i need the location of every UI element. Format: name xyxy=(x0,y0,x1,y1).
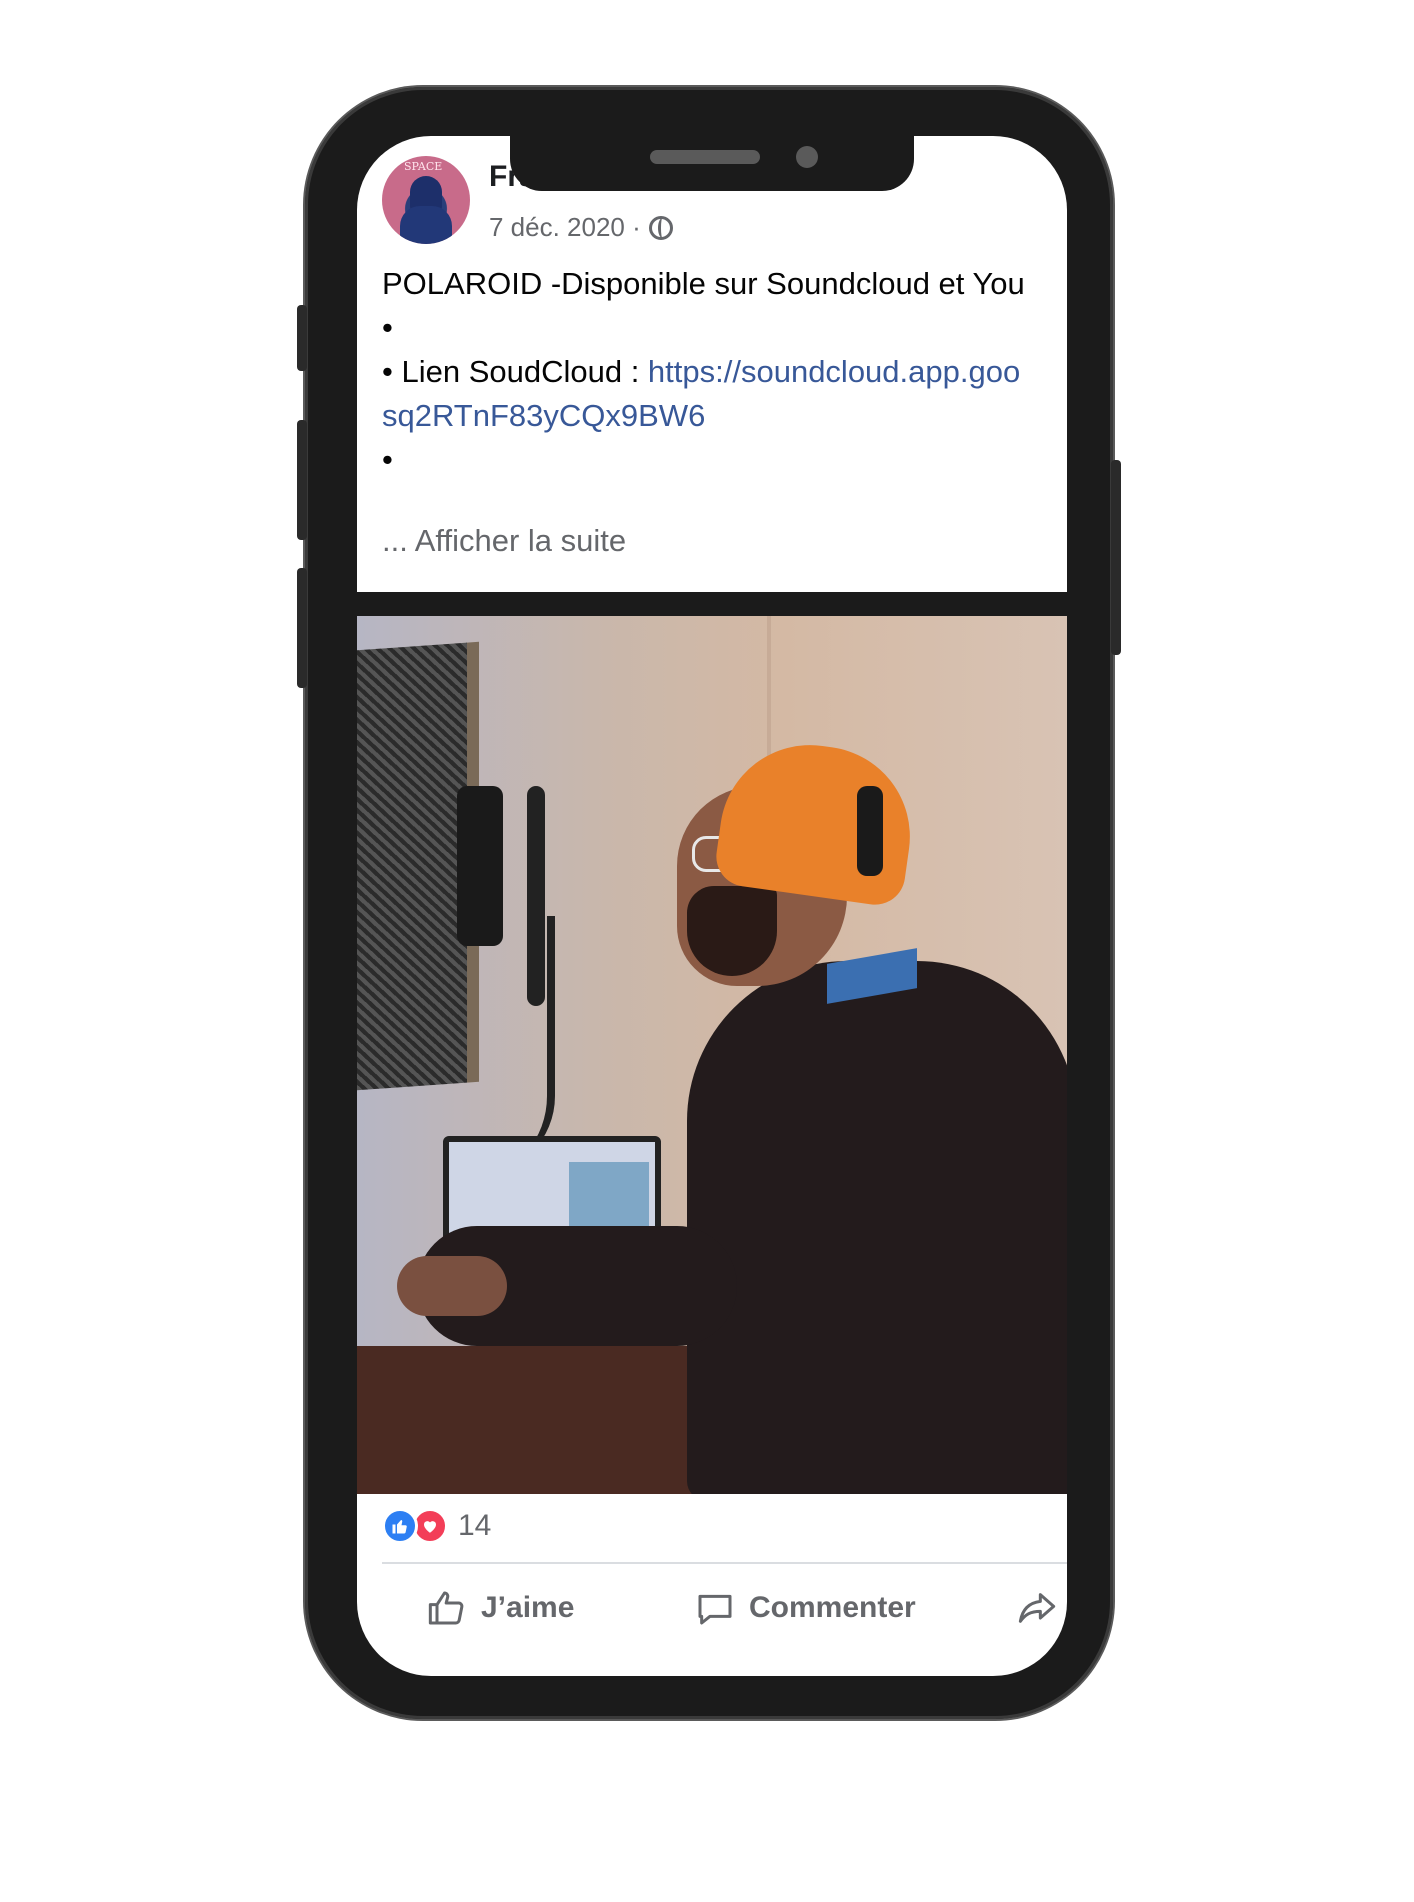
post-date-text: 7 déc. 2020 · xyxy=(489,212,641,242)
headphones xyxy=(857,786,883,876)
avatar-figure-body xyxy=(400,206,452,244)
like-button-label: J’aime xyxy=(481,1591,575,1624)
post-text: POLAROID -Disponible sur Soundcloud et Y… xyxy=(382,262,1067,482)
like-button[interactable]: J’aime xyxy=(427,1588,574,1628)
volume-up-button xyxy=(297,420,307,540)
post-text-line: • xyxy=(382,310,393,345)
volume-down-button xyxy=(297,568,307,688)
globe-icon xyxy=(648,215,673,240)
author-avatar[interactable]: SPACE xyxy=(382,156,470,244)
phone-speaker xyxy=(650,150,760,164)
phone-camera xyxy=(796,146,818,168)
comment-icon xyxy=(698,1594,732,1625)
like-reaction-icon xyxy=(382,1508,418,1544)
soundcloud-link-continued[interactable]: sq2RTnF83yCQx9BW6 xyxy=(382,398,705,433)
person-body xyxy=(687,961,1067,1494)
soundcloud-link[interactable]: https://soundcloud.app.goo xyxy=(648,354,1020,389)
reactions-summary[interactable]: 14 xyxy=(382,1506,491,1546)
phone-screen: SPACE Frank Guilbault 7 déc. 2020 · POLA… xyxy=(357,136,1067,1676)
media-top-border xyxy=(357,592,1067,616)
see-more-link[interactable]: ... Afficher la suite xyxy=(382,523,626,559)
post-date: 7 déc. 2020 · xyxy=(489,212,673,243)
post-video[interactable] xyxy=(357,616,1067,1494)
link-prefix: • Lien SoudCloud : xyxy=(382,354,648,389)
power-button xyxy=(1111,460,1121,655)
post-actions-bar: J’aime Commenter xyxy=(357,1576,1067,1656)
post-link-line: sq2RTnF83yCQx9BW6 xyxy=(382,394,1067,438)
post-text-line: • xyxy=(382,442,393,477)
post-text-line: POLAROID -Disponible sur Soundcloud et Y… xyxy=(382,266,1025,301)
actions-divider xyxy=(382,1562,1067,1564)
person-beard xyxy=(687,886,777,976)
person-hand xyxy=(397,1256,507,1316)
comment-button-label: Commenter xyxy=(749,1591,916,1624)
avatar-text: SPACE xyxy=(404,160,443,173)
post-link-line: • Lien SoudCloud : https://soundcloud.ap… xyxy=(382,350,1067,394)
share-button[interactable] xyxy=(1017,1588,1057,1628)
share-icon xyxy=(1018,1593,1056,1623)
reaction-count: 14 xyxy=(458,1509,492,1542)
orange-beanie xyxy=(712,733,922,909)
comment-button[interactable]: Commenter xyxy=(695,1588,916,1628)
volume-silent-switch xyxy=(297,305,307,371)
thumbs-up-icon xyxy=(428,1591,464,1625)
